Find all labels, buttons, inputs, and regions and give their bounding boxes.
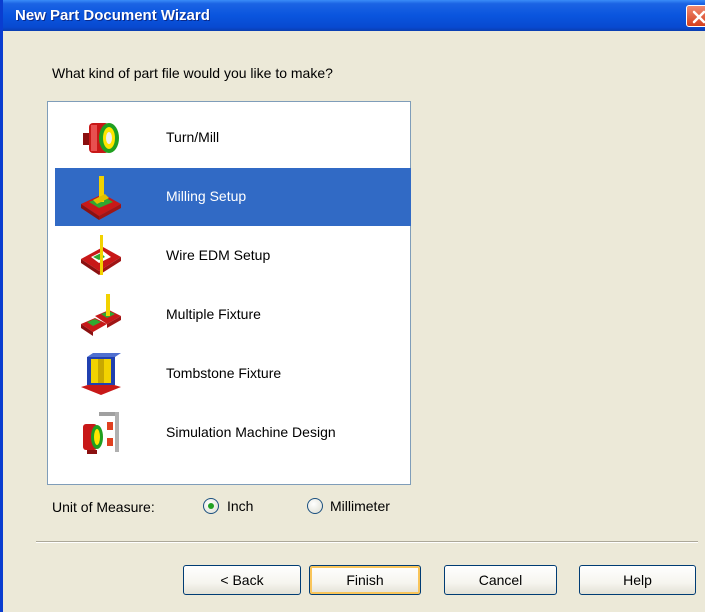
list-item-label: Milling Setup	[166, 188, 247, 204]
wire-edm-icon	[81, 235, 121, 275]
cancel-button-label: Cancel	[478, 572, 523, 588]
prompt-text: What kind of part file would you like to…	[52, 65, 333, 81]
millimeter-radio-label[interactable]: Millimeter	[330, 498, 390, 514]
window-title: New Part Document Wizard	[15, 7, 210, 24]
list-item-multiple-fixture[interactable]: Multiple Fixture	[55, 286, 411, 344]
finish-button-label: Finish	[346, 572, 384, 588]
close-icon	[692, 10, 705, 24]
wizard-window: New Part Document Wizard What kind of pa…	[0, 0, 705, 612]
list-item-label: Simulation Machine Design	[166, 424, 336, 440]
list-item-milling-setup[interactable]: Milling Setup	[55, 168, 411, 226]
multiple-fixture-icon	[81, 294, 121, 336]
back-button-label: < Back	[220, 572, 264, 588]
unit-of-measure-label: Unit of Measure:	[52, 499, 155, 515]
cancel-button[interactable]: Cancel	[444, 565, 557, 595]
help-button[interactable]: Help	[579, 565, 696, 595]
back-button[interactable]: < Back	[183, 565, 301, 595]
inch-radio[interactable]	[203, 498, 219, 514]
list-item-label: Wire EDM Setup	[166, 247, 271, 263]
inch-radio-label[interactable]: Inch	[227, 498, 253, 514]
separator	[36, 541, 698, 543]
simulation-machine-icon	[83, 412, 119, 454]
list-item-label: Turn/Mill	[166, 129, 220, 145]
list-item-turn-mill[interactable]: Turn/Mill	[55, 109, 411, 167]
part-type-list[interactable]: Turn/Mill Milling Setup Wire EDM Setup M…	[47, 101, 411, 485]
help-button-label: Help	[623, 572, 652, 588]
millimeter-radio[interactable]	[307, 498, 323, 514]
radio-checked-dot	[208, 503, 214, 509]
list-item-label: Tombstone Fixture	[166, 365, 282, 381]
tombstone-fixture-icon	[81, 353, 121, 395]
finish-button[interactable]: Finish	[309, 565, 421, 595]
list-item-simulation-machine[interactable]: Simulation Machine Design	[55, 404, 411, 462]
close-button[interactable]	[686, 5, 705, 27]
title-bar[interactable]: New Part Document Wizard	[3, 0, 705, 31]
milling-setup-icon	[81, 176, 121, 220]
turn-mill-icon	[83, 123, 119, 153]
list-item-tombstone-fixture[interactable]: Tombstone Fixture	[55, 345, 411, 403]
list-item-label: Multiple Fixture	[166, 306, 261, 322]
list-item-wire-edm[interactable]: Wire EDM Setup	[55, 227, 411, 285]
